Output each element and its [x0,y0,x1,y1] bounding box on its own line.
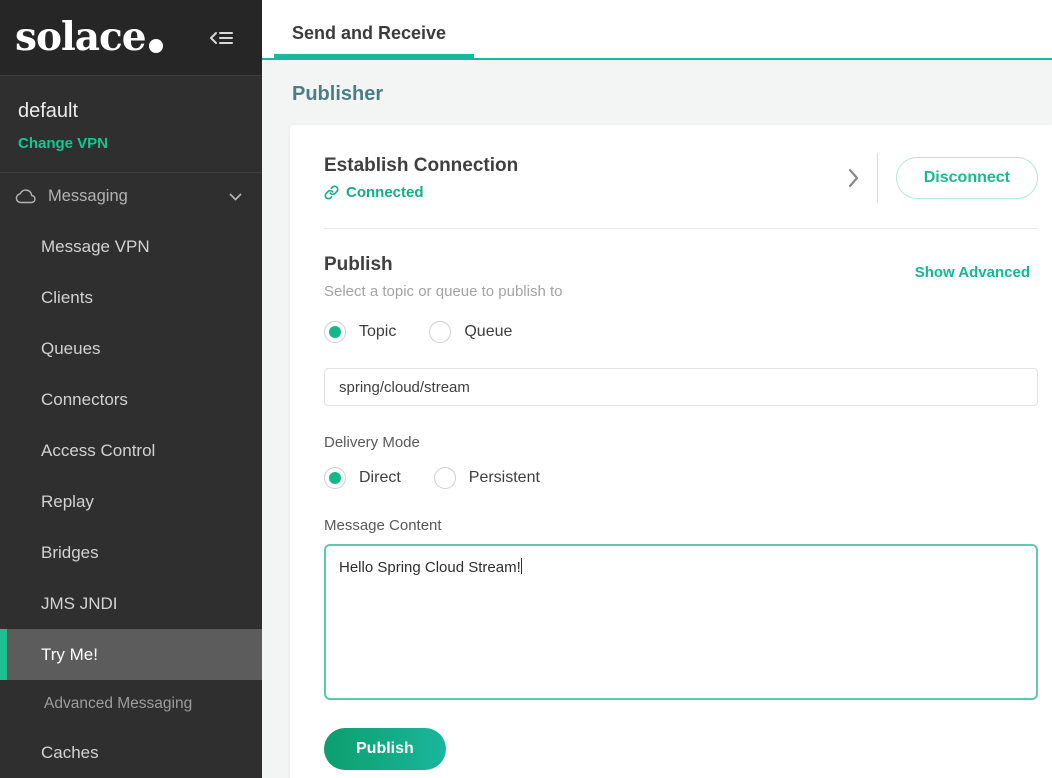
vertical-divider [877,153,878,203]
destination-radio-row: Topic Queue [324,321,1038,343]
solace-logo-text: solace [15,18,146,57]
sidebar-item-message-vpn[interactable]: Message VPN [0,221,262,272]
queue-radio[interactable] [429,321,451,343]
connection-status-text: Connected [346,184,424,201]
vpn-block: default Change VPN [0,76,262,173]
page-title: Publisher [292,83,1052,106]
connection-info: Establish Connection Connected [324,155,844,201]
publish-header: Publish Select a topic or queue to publi… [324,254,1038,300]
expand-connection-chevron-icon[interactable] [844,164,863,192]
persistent-radio-label[interactable]: Persistent [469,469,540,487]
collapse-sidebar-icon[interactable] [208,29,234,47]
publish-subtitle: Select a topic or queue to publish to [324,283,915,300]
queue-radio-group[interactable]: Queue [429,321,512,343]
topic-radio[interactable] [324,321,346,343]
publish-titles: Publish Select a topic or queue to publi… [324,254,915,300]
sidebar-item-try-me[interactable]: Try Me! [0,629,262,680]
direct-radio-label[interactable]: Direct [359,469,401,487]
sidebar-item-clients[interactable]: Clients [0,272,262,323]
sidebar-item-queues[interactable]: Queues [0,323,262,374]
main-area: Send and Receive Publisher Establish Con… [262,0,1052,778]
cloud-icon [15,189,37,204]
publish-button[interactable]: Publish [324,728,446,770]
topic-radio-label[interactable]: Topic [359,323,396,341]
connection-status: Connected [324,184,844,201]
direct-radio-group[interactable]: Direct [324,467,401,489]
publish-title: Publish [324,254,915,276]
sidebar-section-messaging[interactable]: Messaging [0,173,262,221]
message-content-value: Hello Spring Cloud Stream! [339,559,521,576]
persistent-radio[interactable] [434,467,456,489]
connection-title: Establish Connection [324,155,844,177]
sidebar: solace default Change VPN Messaging [0,0,262,778]
sidebar-section-label: Messaging [48,187,229,206]
tab-bar: Send and Receive [262,0,1052,60]
persistent-radio-group[interactable]: Persistent [434,467,540,489]
message-content-label: Message Content [324,517,1038,534]
change-vpn-link[interactable]: Change VPN [18,135,108,152]
text-caret [521,558,523,574]
current-vpn-name: default [18,100,244,123]
sidebar-item-advanced-messaging[interactable]: Advanced Messaging [0,680,262,727]
connection-row: Establish Connection Connected [324,153,1038,203]
disconnect-button[interactable]: Disconnect [896,157,1038,199]
solace-logo[interactable]: solace [15,18,163,57]
publisher-card: Establish Connection Connected [290,125,1052,778]
delivery-mode-label: Delivery Mode [324,434,1038,451]
delivery-mode-radio-row: Direct Persistent [324,467,1038,489]
solace-logo-dot-icon [149,39,163,53]
sidebar-item-jms-jndi[interactable]: JMS JNDI [0,578,262,629]
chevron-down-icon [229,188,242,206]
section-divider [324,228,1038,229]
sidebar-item-replay[interactable]: Replay [0,476,262,527]
show-advanced-link[interactable]: Show Advanced [915,264,1030,300]
topic-radio-group[interactable]: Topic [324,321,396,343]
sidebar-header: solace [0,0,262,76]
message-content-textarea[interactable]: Hello Spring Cloud Stream! [324,544,1038,700]
sidebar-item-connectors[interactable]: Connectors [0,374,262,425]
sidebar-nav: Message VPN Clients Queues Connectors Ac… [0,221,262,778]
direct-radio[interactable] [324,467,346,489]
tab-send-and-receive[interactable]: Send and Receive [274,23,474,58]
publisher-panel: Publisher Establish Connection Connected [262,60,1052,778]
link-icon [324,185,339,200]
sidebar-item-access-control[interactable]: Access Control [0,425,262,476]
topic-input[interactable] [324,368,1038,406]
queue-radio-label[interactable]: Queue [464,323,512,341]
sidebar-item-bridges[interactable]: Bridges [0,527,262,578]
sidebar-item-caches[interactable]: Caches [0,727,262,778]
